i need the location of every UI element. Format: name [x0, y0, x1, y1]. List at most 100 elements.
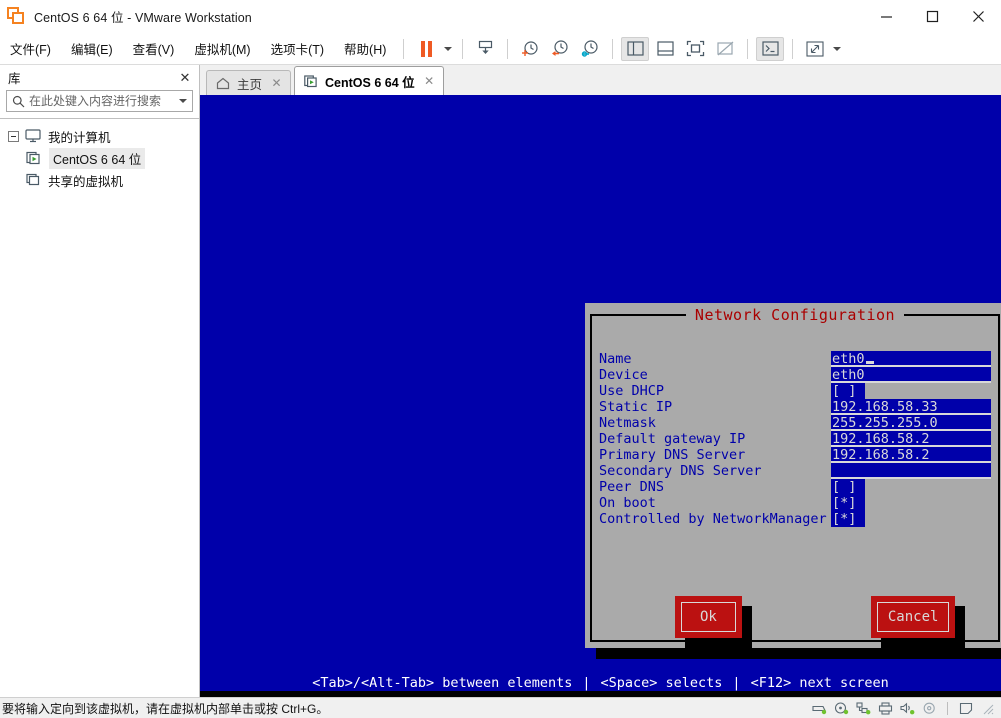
- help-hint-space: <Space> selects: [600, 675, 723, 691]
- field-label: Device: [599, 367, 648, 383]
- show-thumbnail-bar-button[interactable]: [651, 37, 679, 61]
- snapshot-manager-button[interactable]: [471, 37, 499, 61]
- library-close-icon[interactable]: ✕: [177, 70, 193, 86]
- field-label: Primary DNS Server: [599, 447, 746, 463]
- console-help-bar: <Tab>/<Alt-Tab> between elements | <Space>…: [200, 675, 1001, 691]
- sidebar-item-label: 我的计算机: [48, 130, 111, 145]
- vm-console-screen[interactable]: Network Configuration Name eth0 Device e…: [200, 95, 1001, 697]
- clock-settings-icon: [582, 39, 598, 57]
- send-key-icon[interactable]: [958, 701, 973, 715]
- power-dropdown[interactable]: [441, 37, 455, 61]
- field-row-peer-dns: Peer DNS [ ]: [599, 479, 993, 495]
- chevron-down-icon: [833, 46, 842, 51]
- shared-vm-icon: [25, 172, 43, 188]
- unity-mode-button[interactable]: [711, 37, 739, 61]
- menu-item-edit[interactable]: 编辑(E): [62, 36, 122, 61]
- stretch-dropdown[interactable]: [830, 37, 844, 61]
- on-boot-checkbox[interactable]: [*]: [831, 495, 865, 511]
- menu-item-vm[interactable]: 虚拟机(M): [185, 36, 259, 61]
- use-dhcp-checkbox[interactable]: [ ]: [831, 383, 865, 399]
- terminal-icon: [762, 41, 779, 56]
- ok-button-wrap: Ok: [675, 596, 752, 648]
- sound-card-icon[interactable]: [900, 701, 915, 715]
- field-label: Use DHCP: [599, 383, 665, 399]
- search-input[interactable]: [29, 94, 174, 108]
- primary-dns-input[interactable]: 192.168.58.2: [831, 447, 991, 463]
- search-dropdown-icon[interactable]: [174, 99, 192, 103]
- revert-snapshot-button[interactable]: [546, 37, 574, 61]
- field-label: Secondary DNS Server: [599, 463, 762, 479]
- chevron-down-icon: [444, 46, 453, 51]
- resize-grip-icon[interactable]: [980, 701, 995, 715]
- window-title: CentOS 6 64 位 - VMware Workstation: [34, 10, 252, 25]
- ok-button-label: Ok: [681, 602, 736, 632]
- name-input[interactable]: eth0: [831, 351, 991, 367]
- menu-item-view[interactable]: 查看(V): [124, 36, 184, 61]
- help-separator: |: [582, 675, 591, 691]
- library-tree: 我的计算机 CentOS 6 64 位 共享的虚拟机: [0, 118, 199, 697]
- tab-home[interactable]: 主页 ✕: [206, 70, 292, 95]
- help-separator: |: [732, 675, 741, 691]
- maximize-button[interactable]: [909, 0, 955, 32]
- take-snapshot-button[interactable]: [516, 37, 544, 61]
- field-row-device: Device eth0: [599, 367, 993, 383]
- static-ip-input[interactable]: 192.168.58.33: [831, 399, 991, 415]
- fullscreen-button[interactable]: [681, 37, 709, 61]
- console-button[interactable]: [756, 36, 785, 61]
- minimize-button[interactable]: [863, 0, 909, 32]
- toolbar-separator: [462, 38, 464, 59]
- field-row-name: Name eth0: [599, 351, 993, 367]
- field-row-netmask: Netmask 255.255.255.0: [599, 415, 993, 431]
- sidebar-item-centos-vm[interactable]: CentOS 6 64 位: [0, 147, 199, 169]
- vmware-logo-icon: [7, 7, 25, 25]
- vm-running-icon: [304, 74, 320, 88]
- secondary-dns-input[interactable]: [831, 463, 991, 479]
- toolbar-separator: [792, 38, 794, 59]
- library-title: 库: [8, 72, 21, 86]
- sidebar-item-label: 共享的虚拟机: [48, 174, 124, 189]
- pause-button[interactable]: [412, 37, 440, 61]
- network-adapter-icon[interactable]: [856, 701, 871, 715]
- ok-button[interactable]: Ok: [675, 596, 742, 638]
- peer-dns-checkbox[interactable]: [ ]: [831, 479, 865, 495]
- menu-item-help[interactable]: 帮助(H): [335, 36, 395, 61]
- printer-icon[interactable]: [878, 701, 893, 715]
- field-label: Peer DNS: [599, 479, 665, 495]
- tab-label: CentOS 6 64 位: [325, 75, 415, 90]
- tab-close-icon[interactable]: ✕: [422, 74, 437, 89]
- expander-icon[interactable]: [8, 130, 19, 142]
- tab-close-icon[interactable]: ✕: [269, 76, 284, 91]
- fullscreen-icon: [686, 40, 705, 57]
- field-row-secondary-dns: Secondary DNS Server: [599, 463, 993, 479]
- show-library-button[interactable]: [621, 36, 650, 61]
- help-hint-f12: <F12> next screen: [750, 675, 889, 691]
- manage-snapshots-button[interactable]: [576, 37, 604, 61]
- toolbar-separator: [403, 38, 405, 59]
- netmask-input[interactable]: 255.255.255.0: [831, 415, 991, 431]
- optical-drive-icon[interactable]: [922, 701, 937, 715]
- toolbar-separator: [507, 38, 509, 59]
- sidebar-item-shared-vms[interactable]: 共享的虚拟机: [0, 169, 199, 191]
- clock-plus-icon: [522, 40, 538, 56]
- console-bottom-edge: [200, 691, 1001, 697]
- sidebar-item-my-computer[interactable]: 我的计算机: [0, 125, 199, 147]
- stretch-button[interactable]: [801, 37, 829, 61]
- networkmanager-checkbox[interactable]: [*]: [831, 511, 865, 527]
- device-input[interactable]: eth0: [831, 367, 991, 383]
- expand-diagonal-icon: [806, 40, 824, 57]
- menu-item-file[interactable]: 文件(F): [1, 36, 60, 61]
- cancel-button[interactable]: Cancel: [870, 596, 956, 638]
- close-button[interactable]: [955, 0, 1001, 32]
- hard-disk-icon[interactable]: [812, 701, 827, 715]
- title-bar: CentOS 6 64 位 - VMware Workstation: [0, 0, 1001, 33]
- tab-centos-vm[interactable]: CentOS 6 64 位 ✕: [294, 66, 444, 95]
- search-icon: [7, 95, 29, 108]
- field-label: Static IP: [599, 399, 673, 415]
- default-gateway-input[interactable]: 192.168.58.2: [831, 431, 991, 447]
- clock-back-icon: [552, 39, 568, 56]
- home-icon: [216, 76, 232, 90]
- search-box[interactable]: [6, 90, 193, 112]
- menu-item-tabs[interactable]: 选项卡(T): [262, 36, 333, 61]
- cd-dvd-icon[interactable]: [834, 701, 849, 715]
- status-separator: [947, 701, 948, 715]
